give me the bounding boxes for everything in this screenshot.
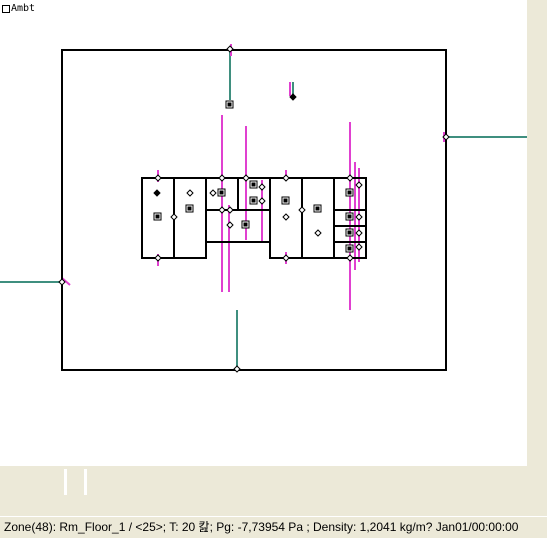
status-bar: Zone(48): Rm_Floor_1 / <25>; T: 20 캂; Pg… — [0, 516, 547, 538]
node-diamond-icon — [226, 221, 234, 229]
zone-marker-icon — [225, 100, 234, 109]
node-diamond-icon — [218, 174, 226, 182]
node-diamond-icon — [226, 206, 234, 214]
canvas-bottom-area — [0, 466, 547, 516]
node-diamond-icon — [314, 229, 322, 237]
zone-marker-icon — [313, 204, 322, 213]
node-diamond-icon — [282, 174, 290, 182]
node-diamond-icon — [355, 243, 363, 251]
node-diamond-icon — [282, 213, 290, 221]
zone-marker-icon — [185, 204, 194, 213]
node-diamond-icon — [346, 174, 354, 182]
zone-marker-icon — [345, 188, 354, 197]
zone-marker-icon — [249, 180, 258, 189]
node-diamond-icon — [355, 229, 363, 237]
zone-markers[interactable] — [153, 100, 354, 253]
zone-marker-icon — [345, 228, 354, 237]
node-diamond-icon — [258, 183, 266, 191]
node-diamond-icon — [154, 174, 162, 182]
zone-marker-icon — [281, 196, 290, 205]
zone-marker-icon — [153, 212, 162, 221]
node-diamond-icon — [258, 197, 266, 205]
node-diamond-icon — [282, 254, 290, 262]
node-diamond-icon — [346, 254, 354, 262]
node-diamond-icon — [226, 45, 234, 53]
zone-marker-icon — [241, 220, 250, 229]
walls — [61, 49, 447, 371]
floor-plan-drawing[interactable] — [0, 0, 527, 466]
node-diamond-icon — [170, 213, 178, 221]
sketchpad-canvas[interactable]: Ambt — [0, 0, 528, 466]
zone-marker-icon — [345, 244, 354, 253]
zone-marker-icon — [217, 188, 226, 197]
node-diamond-icon — [209, 189, 217, 197]
node-diamond-icon — [186, 189, 194, 197]
node-diamond-icon — [233, 365, 241, 373]
node-diamond-icon — [154, 254, 162, 262]
status-text: Zone(48): Rm_Floor_1 / <25>; T: 20 캂; Pg… — [4, 520, 519, 534]
zone-marker-icon — [345, 212, 354, 221]
node-diamond-icon — [355, 213, 363, 221]
node-diamond-icon — [153, 189, 161, 197]
node-diamond-icon — [298, 206, 306, 214]
node-diamond-icon — [242, 174, 250, 182]
zone-marker-icon — [249, 196, 258, 205]
canvas-right-border — [527, 0, 547, 466]
node-diamond-icon — [355, 181, 363, 189]
node-diamond-icon — [218, 206, 226, 214]
level-marker — [64, 469, 67, 495]
level-marker — [84, 469, 87, 495]
